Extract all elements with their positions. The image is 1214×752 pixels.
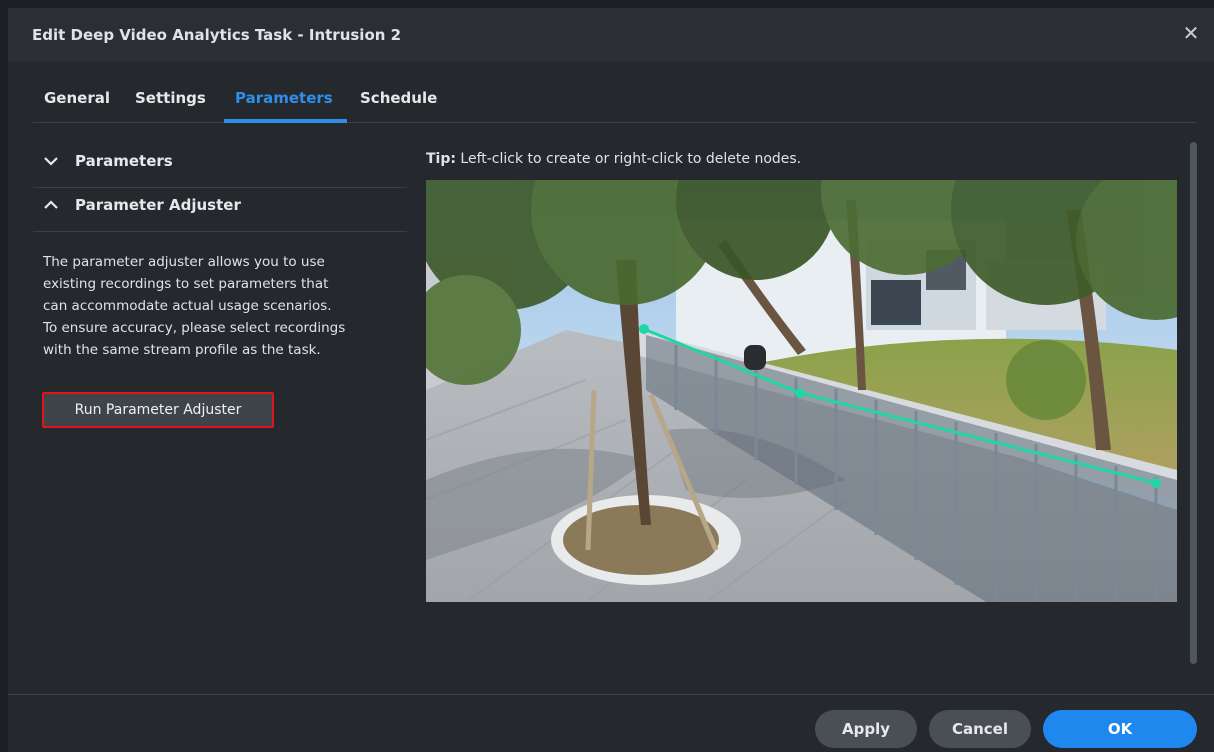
tip-text: Tip: Left-click to create or right-click… <box>426 151 801 167</box>
detection-node <box>1151 478 1161 488</box>
detection-node <box>795 388 805 398</box>
dialog: Edit Deep Video Analytics Task - Intrusi… <box>8 8 1214 752</box>
cancel-button[interactable]: Cancel <box>929 710 1031 748</box>
tab-schedule[interactable]: Schedule <box>360 89 437 107</box>
chevron-up-icon <box>44 200 58 209</box>
apply-button[interactable]: Apply <box>815 710 917 748</box>
active-tab-indicator <box>224 119 347 123</box>
dialog-title: Edit Deep Video Analytics Task - Intrusi… <box>32 26 402 44</box>
title-bar: Edit Deep Video Analytics Task - Intrusi… <box>8 8 1214 62</box>
tab-parameters[interactable]: Parameters <box>235 89 333 107</box>
chevron-down-icon <box>44 157 58 166</box>
description-line: To ensure accuracy, please select record… <box>43 320 346 336</box>
adjuster-description: The parameter adjuster allows you to use… <box>43 251 403 361</box>
tab-bar: General Settings Parameters Schedule <box>33 62 1197 123</box>
close-icon[interactable]: ✕ <box>1180 22 1202 44</box>
parameters-section-header[interactable]: Parameters <box>33 144 407 188</box>
tip-message: Left-click to create or right-click to d… <box>455 151 802 167</box>
adjuster-section-header[interactable]: Parameter Adjuster <box>33 188 407 232</box>
tip-prefix: Tip: <box>426 151 456 167</box>
run-parameter-adjuster-button[interactable]: Run Parameter Adjuster <box>42 392 274 428</box>
description-line: can accommodate actual usage scenarios. <box>43 298 332 314</box>
camera-preview[interactable] <box>426 180 1177 602</box>
dialog-footer: Apply Cancel OK <box>8 694 1214 752</box>
tab-general[interactable]: General <box>44 89 110 107</box>
description-line: existing recordings to set parameters th… <box>43 276 329 292</box>
detection-node <box>639 324 649 334</box>
ok-button[interactable]: OK <box>1043 710 1197 748</box>
description-line: with the same stream profile as the task… <box>43 342 321 358</box>
scrollbar-thumb[interactable] <box>1190 142 1197 664</box>
tab-settings[interactable]: Settings <box>135 89 206 107</box>
parameters-section-label: Parameters <box>75 152 173 170</box>
adjuster-section-label: Parameter Adjuster <box>75 196 241 214</box>
description-line: The parameter adjuster allows you to use <box>43 254 325 270</box>
camera-image <box>426 180 1177 602</box>
left-panel: Parameters Parameter Adjuster The parame… <box>33 144 407 428</box>
